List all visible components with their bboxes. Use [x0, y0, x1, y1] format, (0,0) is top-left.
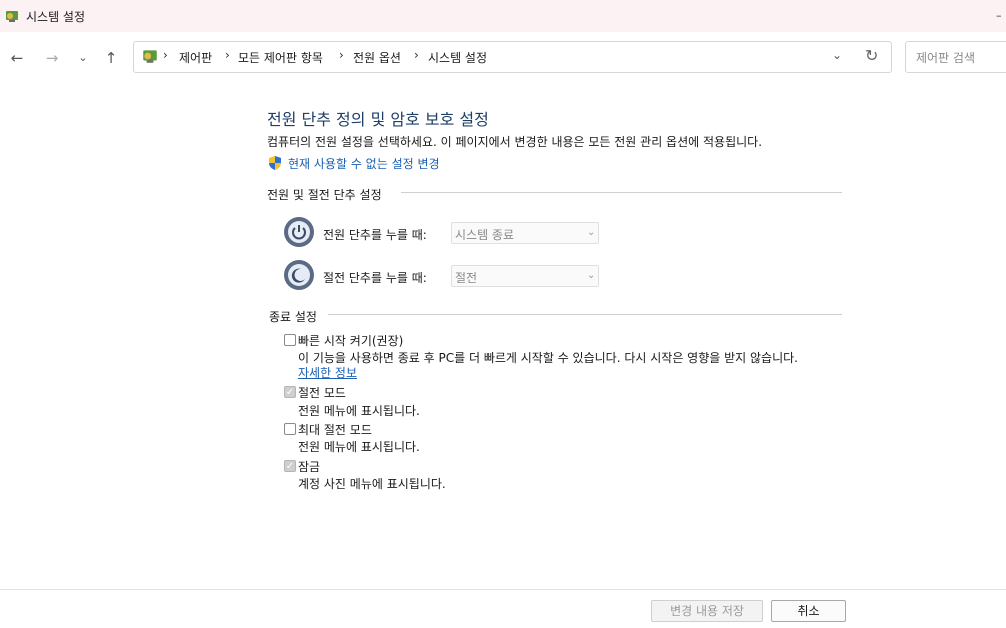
breadcrumb-separator-icon: › [414, 48, 419, 62]
hibernate-checkbox[interactable] [284, 423, 296, 435]
chevron-down-icon: ⌄ [587, 227, 596, 238]
fast-startup-description: 이 기능을 사용하면 종료 후 PC를 더 빠르게 시작할 수 있습니다. 다시… [298, 351, 798, 365]
power-button-label: 전원 단추를 누를 때: [323, 228, 427, 242]
minimize-button[interactable]: – [996, 9, 1002, 22]
control-panel-icon [143, 50, 157, 63]
section-divider [328, 314, 842, 315]
hibernate-description: 전원 메뉴에 표시됩니다. [298, 440, 420, 454]
chevron-down-icon[interactable]: ⌄ [72, 48, 94, 68]
sleep-button-value: 절전 [455, 271, 478, 285]
search-placeholder: 제어판 검색 [916, 51, 976, 65]
power-section-title: 전원 및 절전 단추 설정 [267, 188, 382, 202]
arrow-right-icon[interactable]: → [41, 48, 63, 68]
breadcrumb-item[interactable]: 전원 옵션 [353, 49, 401, 66]
footer-divider [0, 589, 1006, 590]
arrow-up-icon[interactable]: ↑ [100, 48, 122, 68]
sleep-label: 절전 모드 [298, 386, 346, 400]
sleep-checkbox[interactable]: ✓ [284, 386, 296, 398]
breadcrumb-separator-icon: › [339, 48, 344, 62]
breadcrumb-item[interactable]: 시스템 설정 [428, 49, 487, 66]
breadcrumb-separator-icon: › [225, 48, 230, 62]
shutdown-section-title: 종료 설정 [269, 310, 317, 324]
address-dropdown-icon[interactable]: ⌄ [832, 48, 842, 62]
breadcrumb-item[interactable]: 제어판 [179, 49, 212, 66]
breadcrumb-item[interactable]: 모든 제어판 항목 [238, 49, 323, 66]
hibernate-label: 최대 절전 모드 [298, 423, 372, 437]
arrow-left-icon[interactable]: ← [6, 48, 28, 68]
power-button-value: 시스템 종료 [455, 228, 515, 242]
fast-startup-label: 빠른 시작 켜기(권장) [298, 334, 404, 348]
chevron-down-icon: ⌄ [587, 270, 596, 281]
sleep-description: 전원 메뉴에 표시됩니다. [298, 404, 420, 418]
lock-description: 계정 사진 메뉴에 표시됩니다. [298, 477, 446, 491]
save-changes-button[interactable]: 변경 내용 저장 [651, 600, 763, 622]
power-icon [284, 217, 314, 247]
title-bar [0, 0, 1006, 32]
lock-checkbox[interactable]: ✓ [284, 460, 296, 472]
moon-icon [284, 260, 314, 290]
fast-startup-checkbox[interactable] [284, 334, 296, 346]
breadcrumb-separator-icon: › [163, 48, 168, 62]
lock-label: 잠금 [298, 460, 321, 474]
refresh-icon[interactable]: ↻ [865, 46, 878, 65]
shield-icon [269, 156, 281, 170]
control-panel-icon [6, 11, 18, 22]
more-info-link[interactable]: 자세한 정보 [298, 364, 357, 381]
section-divider [401, 192, 842, 193]
window-title: 시스템 설정 [26, 10, 86, 24]
change-settings-link[interactable]: 현재 사용할 수 없는 설정 변경 [288, 155, 440, 172]
page-title: 전원 단추 정의 및 암호 보호 설정 [267, 110, 489, 129]
page-description: 컴퓨터의 전원 설정을 선택하세요. 이 페이지에서 변경한 내용은 모든 전원… [267, 135, 763, 149]
cancel-button[interactable]: 취소 [771, 600, 846, 622]
sleep-button-label: 절전 단추를 누를 때: [323, 271, 427, 285]
